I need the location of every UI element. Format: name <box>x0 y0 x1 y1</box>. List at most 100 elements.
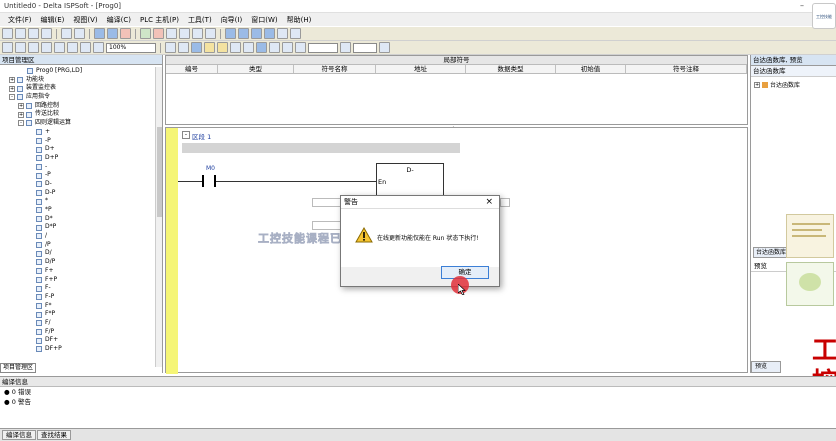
tree-item[interactable]: D*P <box>0 223 155 232</box>
window-layout-icon[interactable] <box>94 28 105 39</box>
menu-view[interactable]: 视图(V) <box>73 15 97 25</box>
tree-item[interactable]: * <box>0 197 155 206</box>
library-tab[interactable]: 台达函数库 <box>751 66 836 77</box>
tree-item[interactable]: + 回路控制 <box>0 102 155 111</box>
dialog-close-button[interactable]: × <box>485 196 493 209</box>
zoom-in-icon[interactable] <box>80 42 91 53</box>
select-mode-icon[interactable] <box>191 42 202 53</box>
vertical-line-icon[interactable] <box>243 42 254 53</box>
menu-window[interactable]: 窗口(W) <box>251 15 277 25</box>
tree-item[interactable]: *P <box>0 206 155 215</box>
expand-toggle-icon[interactable]: - <box>9 94 15 101</box>
col-type[interactable]: 类型 <box>218 65 294 73</box>
device-select[interactable] <box>308 42 338 53</box>
operand-field-1[interactable] <box>312 198 342 207</box>
zoom-select[interactable]: 100% <box>106 42 156 53</box>
branch-icon[interactable] <box>295 42 306 53</box>
menu-compile[interactable]: 编译(C) <box>107 15 131 25</box>
tree-item[interactable]: F* <box>0 302 155 311</box>
contact-no-icon[interactable] <box>165 42 176 53</box>
menu-tools[interactable]: 工具(T) <box>188 15 212 25</box>
delete-icon[interactable] <box>41 42 52 53</box>
expand-toggle-icon[interactable]: + <box>9 77 15 84</box>
tab-find-results[interactable]: 查找结果 <box>37 430 71 440</box>
tree-item[interactable]: F- <box>0 284 155 293</box>
settings-icon[interactable] <box>379 42 390 53</box>
paste-icon[interactable] <box>28 42 39 53</box>
rung-collapse-icon[interactable]: - <box>182 131 190 139</box>
find-icon[interactable] <box>54 42 65 53</box>
stop-icon[interactable] <box>153 28 164 39</box>
comment-view-icon[interactable] <box>264 28 275 39</box>
cursor-icon[interactable] <box>256 42 267 53</box>
col-symbol-name[interactable]: 符号名称 <box>294 65 376 73</box>
preview-tab[interactable]: 预览 <box>751 361 781 373</box>
ladder-view-icon[interactable] <box>238 28 249 39</box>
tree-item[interactable]: DF+ <box>0 336 155 345</box>
contact-m0[interactable] <box>202 175 216 187</box>
operand-field-2[interactable] <box>312 221 342 230</box>
function-block-icon[interactable] <box>217 42 228 53</box>
comment-select[interactable] <box>353 42 377 53</box>
window-split-icon[interactable] <box>107 28 118 39</box>
undo-icon[interactable] <box>61 28 72 39</box>
tree-item[interactable]: + 传送比较 <box>0 110 155 119</box>
tree-item[interactable]: F/P <box>0 328 155 337</box>
tree-item[interactable]: D- <box>0 180 155 189</box>
tree-item[interactable]: F/ <box>0 319 155 328</box>
tab-compile-info[interactable]: 编译信息 <box>2 430 36 440</box>
network-comment-bar[interactable] <box>182 143 460 153</box>
tree-item[interactable]: D-P <box>0 189 155 198</box>
menu-file[interactable]: 文件(F) <box>8 15 32 25</box>
tree-item[interactable]: /P <box>0 241 155 250</box>
expand-toggle-icon[interactable]: + <box>9 85 15 92</box>
tree-item[interactable]: + <box>0 128 155 137</box>
open-folder-icon[interactable] <box>15 28 26 39</box>
minimize-button[interactable]: – <box>800 1 804 10</box>
tree-item[interactable]: F+P <box>0 276 155 285</box>
replace-icon[interactable] <box>67 42 78 53</box>
online-mode-icon[interactable] <box>140 28 151 39</box>
tree-item[interactable]: D+P <box>0 154 155 163</box>
contact-nc-icon[interactable] <box>178 42 189 53</box>
copy-icon[interactable] <box>15 42 26 53</box>
col-address[interactable]: 地址 <box>376 65 466 73</box>
col-data-type[interactable]: 数据类型 <box>466 65 556 73</box>
tree-item[interactable]: D/P <box>0 258 155 267</box>
download-icon[interactable] <box>179 28 190 39</box>
tree-item[interactable]: / <box>0 232 155 241</box>
tree-item[interactable]: F*P <box>0 310 155 319</box>
menu-edit[interactable]: 编辑(E) <box>41 15 65 25</box>
tree-item[interactable]: Prog0 [PRG,LD] <box>0 67 155 76</box>
align-icon[interactable] <box>340 42 351 53</box>
tree-item[interactable]: + 装置监控表 <box>0 84 155 93</box>
tree-item[interactable]: F-P <box>0 293 155 302</box>
tree-item[interactable]: F+ <box>0 267 155 276</box>
save-icon[interactable] <box>28 28 39 39</box>
new-file-icon[interactable] <box>2 28 13 39</box>
col-number[interactable]: 编号 <box>166 65 218 73</box>
tree-item[interactable]: - 应用指令 <box>0 93 155 102</box>
menu-help[interactable]: 帮助(H) <box>287 15 312 25</box>
monitor-icon[interactable] <box>205 28 216 39</box>
expand-toggle-icon[interactable]: + <box>18 103 24 110</box>
operand-field-3[interactable] <box>500 198 510 207</box>
col-symbol-comment[interactable]: 符号注释 <box>626 65 747 73</box>
tree-item[interactable]: - <box>0 163 155 172</box>
tree-item[interactable]: D* <box>0 215 155 224</box>
col-initial-value[interactable]: 初始值 <box>556 65 626 73</box>
symbol-view-icon[interactable] <box>277 28 288 39</box>
horizontal-line-icon[interactable] <box>230 42 241 53</box>
tree-item[interactable]: -P <box>0 171 155 180</box>
edit-mode-icon[interactable] <box>225 28 236 39</box>
cut-icon[interactable] <box>2 42 13 53</box>
menu-plc[interactable]: PLC 主机(P) <box>140 15 179 25</box>
device-view-icon[interactable] <box>290 28 301 39</box>
coil-icon[interactable] <box>204 42 215 53</box>
compile-icon[interactable] <box>166 28 177 39</box>
menu-wizard[interactable]: 向导(I) <box>221 15 243 25</box>
tree-item[interactable]: + 功能块 <box>0 76 155 85</box>
upload-icon[interactable] <box>192 28 203 39</box>
eraser-icon[interactable] <box>120 28 131 39</box>
zoom-out-icon[interactable] <box>93 42 104 53</box>
